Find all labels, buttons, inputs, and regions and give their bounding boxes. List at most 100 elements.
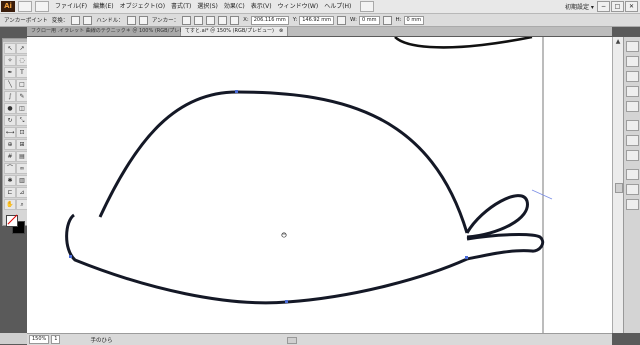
document-tabs: フクロー用 .イラレット 曲線のテクニック＊ ＠ 100% (RGB/プレビュー…	[27, 27, 612, 36]
tools-panel: ↖ ↗ ✧ ◌ ✒ T ╲ □ ∫ ✎ ● ◫ ↻ ⤡ ⟷ ⊡ ⊕ ⊞ # ▤ ⌒ ∞ ✱ ▥ ⊏ ⊿ ✋ ⌕	[2, 38, 28, 234]
menu-type[interactable]: 書式(T)	[171, 0, 197, 13]
menu-file[interactable]: ファイル(F)	[55, 0, 93, 13]
arrange-documents-button[interactable]	[360, 1, 375, 12]
x-label: X:	[243, 17, 249, 23]
pen-tool[interactable]: ✒	[4, 67, 16, 78]
anchor-point-label: アンカーポイント	[4, 18, 48, 24]
menu-object[interactable]: オブジェクト(O)	[120, 0, 171, 13]
convert-label: 変換：	[51, 18, 69, 24]
top-shape-path[interactable]	[394, 37, 533, 49]
minibridge-button[interactable]	[35, 1, 49, 12]
upper-fin-path[interactable]	[465, 194, 529, 239]
swatches-panel-icon[interactable]	[626, 71, 639, 82]
blob-brush-tool[interactable]: ●	[4, 103, 16, 114]
direction-handle[interactable]	[531, 189, 553, 200]
current-tool-label: 手のひら	[90, 337, 113, 344]
link-icon[interactable]	[382, 15, 392, 25]
status-bar: 150% 1 手のひら	[27, 333, 612, 345]
height-field[interactable]: 0 mm	[403, 15, 425, 25]
tab-label: てすと.ai* ＠ 150% (RGB/プレビュー)	[185, 28, 274, 34]
bridge-button[interactable]	[18, 1, 32, 12]
appearance-panel-icon[interactable]	[626, 169, 639, 180]
window-controls: − □ ✕	[596, 1, 638, 12]
horizontal-scroll-thumb[interactable]	[287, 337, 297, 344]
lower-fin-path[interactable]	[466, 233, 545, 261]
transparency-panel-icon[interactable]	[626, 150, 639, 161]
convert-corner-icon[interactable]	[71, 15, 81, 25]
menu-effect[interactable]: 効果(C)	[224, 0, 251, 13]
close-tab-icon[interactable]: ⊗	[279, 28, 283, 34]
cut-path-icon[interactable]	[206, 15, 216, 25]
remove-anchor-icon[interactable]	[182, 15, 192, 25]
maximize-button[interactable]: □	[611, 1, 624, 12]
anchor-point[interactable]	[69, 255, 72, 258]
connect-anchor-icon[interactable]	[194, 15, 204, 25]
paintbrush-tool[interactable]: ∫	[4, 91, 16, 102]
handle-label: ハンドル：	[96, 18, 124, 24]
menu-view[interactable]: 表示(V)	[251, 0, 278, 13]
scroll-thumb[interactable]	[615, 183, 623, 193]
menu-select[interactable]: 選択(S)	[197, 0, 224, 13]
isolate-icon[interactable]	[218, 15, 228, 25]
color-guide-icon[interactable]	[626, 56, 639, 67]
fill-stroke-swatches	[3, 213, 27, 235]
anchor-point[interactable]	[235, 90, 238, 93]
close-window-button[interactable]: ✕	[625, 1, 638, 12]
document-tab[interactable]: フクロー用 .イラレット 曲線のテクニック＊ ＠ 100% (RGB/プレビュー…	[27, 27, 205, 36]
body-top-path[interactable]	[98, 90, 469, 234]
tab-label: フクロー用 .イラレット 曲線のテクニック＊ ＠ 100% (RGB/プレビュー…	[31, 28, 197, 34]
color-panel-icon[interactable]	[626, 41, 639, 52]
menu-window[interactable]: ウィンドウ(W)	[278, 0, 325, 13]
w-label: W:	[350, 17, 358, 23]
width-tool[interactable]: ⟷	[4, 127, 16, 138]
graphic-styles-icon[interactable]	[626, 184, 639, 195]
symbols-panel-icon[interactable]	[626, 101, 639, 112]
h-label: H:	[395, 17, 402, 23]
mesh-tool[interactable]: #	[4, 151, 16, 162]
transform-icon[interactable]	[337, 15, 347, 25]
menu-edit[interactable]: 編集(E)	[93, 0, 119, 13]
document-tab-active[interactable]: てすと.ai* ＠ 150% (RGB/プレビュー) ⊗	[181, 27, 289, 36]
vertical-scrollbar[interactable]: ▲	[612, 37, 623, 333]
anchor-point[interactable]	[465, 256, 468, 259]
line-tool[interactable]: ╲	[4, 79, 16, 90]
stroke-panel-icon[interactable]	[626, 120, 639, 131]
app-logo: Ai	[1, 1, 15, 12]
workspace-switcher[interactable]: 初期設定 ▾	[565, 2, 594, 11]
eyedropper-tool[interactable]: ⌒	[4, 163, 16, 174]
status-spacer	[0, 333, 27, 344]
hand-cursor-icon	[281, 232, 287, 238]
artboard-nav-field[interactable]: 1	[51, 335, 61, 344]
layers-panel-icon[interactable]	[626, 199, 639, 210]
control-bar: アンカーポイント 変換： ハンドル： アンカー： X: 206.116 mm Y…	[0, 14, 640, 27]
scroll-up-icon[interactable]: ▲	[613, 37, 623, 47]
y-coordinate-field[interactable]: 146.92 mm	[299, 15, 335, 25]
align-icon[interactable]	[230, 15, 240, 25]
y-label: Y:	[292, 17, 298, 23]
zoom-field[interactable]: 150%	[29, 335, 50, 344]
fill-swatch[interactable]	[6, 215, 18, 227]
symbol-sprayer-tool[interactable]: ✱	[4, 175, 16, 186]
selection-tool[interactable]: ↖	[4, 43, 16, 54]
hand-tool[interactable]: ✋	[4, 199, 16, 210]
magic-wand-tool[interactable]: ✧	[4, 55, 16, 66]
x-coordinate-field[interactable]: 206.116 mm	[250, 15, 289, 25]
gradient-panel-icon[interactable]	[626, 135, 639, 146]
brushes-panel-icon[interactable]	[626, 86, 639, 97]
hide-handles-icon[interactable]	[138, 15, 148, 25]
show-handles-icon[interactable]	[126, 15, 136, 25]
width-field[interactable]: 0 mm	[359, 15, 380, 25]
minimize-button[interactable]: −	[597, 1, 610, 12]
main-menu: ファイル(F) 編集(E) オブジェクト(O) 書式(T) 選択(S) 効果(C…	[55, 0, 357, 13]
menu-help[interactable]: ヘルプ(H)	[324, 0, 357, 13]
body-bottom-path[interactable]	[65, 213, 468, 305]
artboard-tool[interactable]: ⊏	[4, 187, 16, 198]
rotate-tool[interactable]: ↻	[4, 115, 16, 126]
anchor-point[interactable]	[285, 300, 288, 303]
convert-smooth-icon[interactable]	[83, 15, 93, 25]
tool-grid: ↖ ↗ ✧ ◌ ✒ T ╲ □ ∫ ✎ ● ◫ ↻ ⤡ ⟷ ⊡ ⊕ ⊞ # ▤ ⌒ ∞ ✱ ▥ ⊏ ⊿ ✋ ⌕	[3, 42, 28, 211]
menu-bar: Ai ファイル(F) 編集(E) オブジェクト(O) 書式(T) 選択(S) 効…	[0, 0, 640, 14]
artboard-canvas[interactable]	[27, 37, 612, 333]
artwork	[65, 37, 553, 333]
shape-builder-tool[interactable]: ⊕	[4, 139, 16, 150]
